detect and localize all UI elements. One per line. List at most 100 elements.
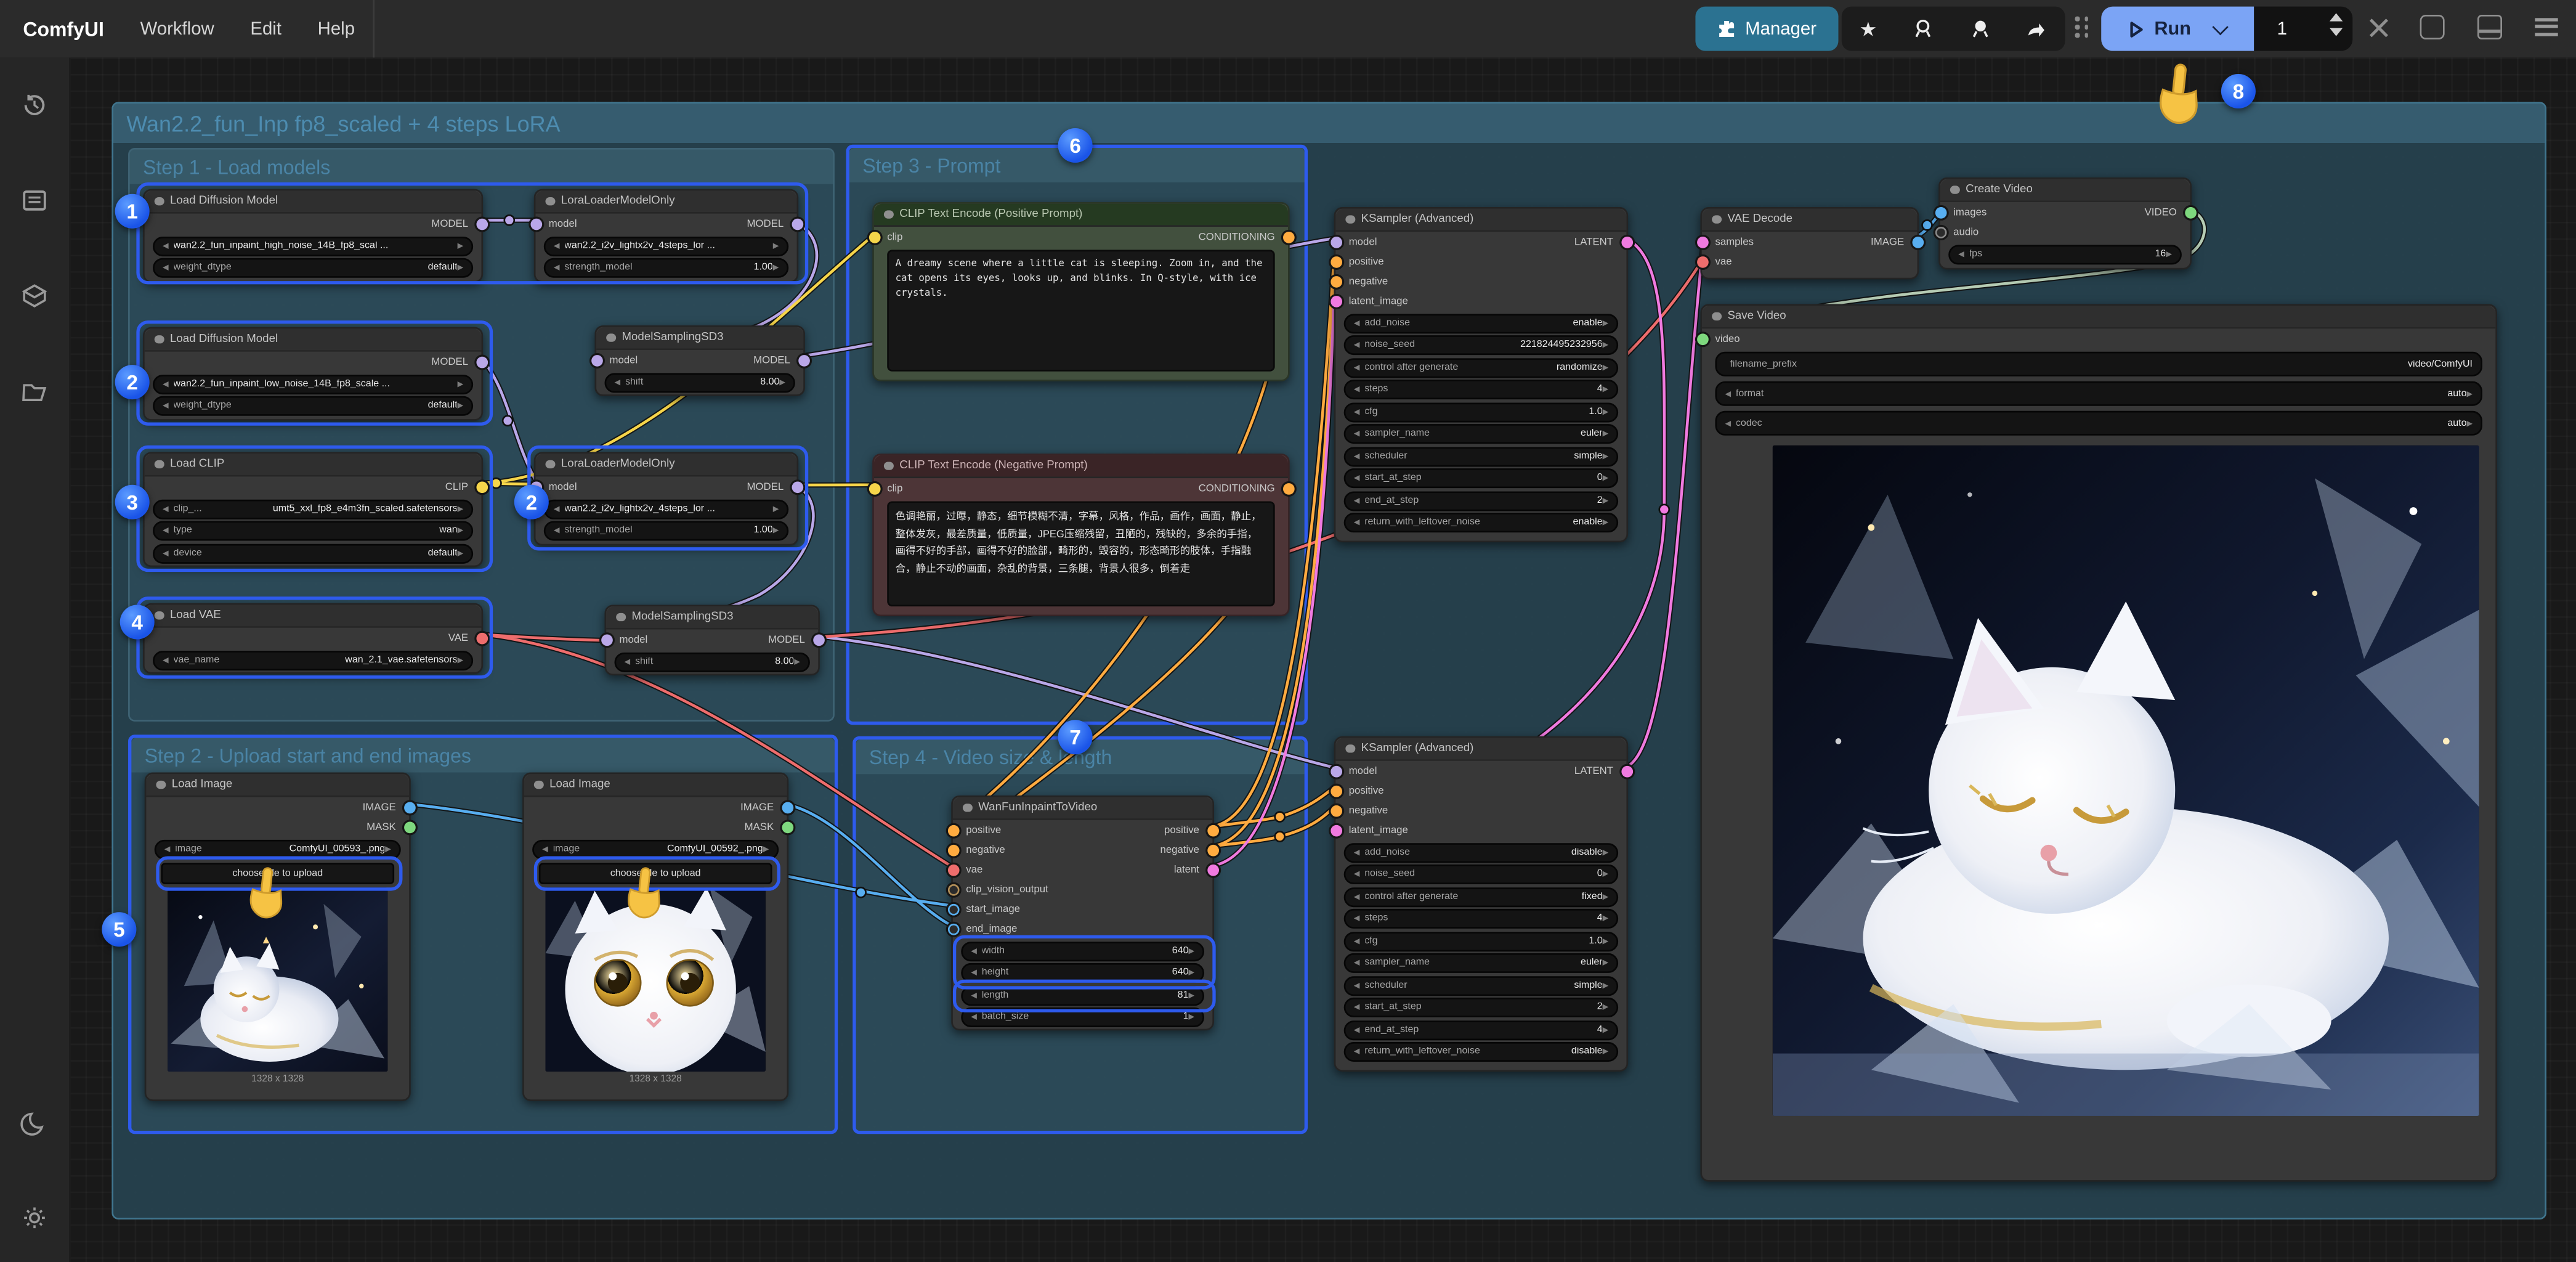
return-leftover-noise-widget[interactable]: ◀return_with_leftover_noiseenable▶ bbox=[1344, 513, 1618, 532]
image-output-port[interactable] bbox=[403, 801, 415, 813]
node-load-image-start[interactable]: Load Image IMAGE MASK ◀ image ComfyUI_00… bbox=[145, 773, 411, 1101]
video-output-port[interactable] bbox=[2184, 206, 2196, 218]
node-create-video[interactable]: Create Video images VIDEO audio ◀ fps 16… bbox=[1938, 177, 2192, 269]
node-vae-decode[interactable]: VAE Decode samples IMAGE vae bbox=[1700, 207, 1919, 279]
canvas-icon[interactable] bbox=[2420, 15, 2445, 39]
clip-name-widget[interactable]: ◀ clip_... umt5_xxl_fp8_e4m3fn_scaled.sa… bbox=[153, 499, 473, 518]
node-model-sampling-sd3-2[interactable]: ModelSamplingSD3 model MODEL ◀ shift 8.0… bbox=[604, 605, 819, 675]
control-after-generate-widget[interactable]: ◀control after generatefixed▶ bbox=[1344, 887, 1618, 906]
height-widget[interactable]: ◀ height 640▶ bbox=[961, 963, 1204, 983]
sampler-name-widget[interactable]: ◀sampler_nameeuler▶ bbox=[1344, 953, 1618, 973]
model-output-port[interactable] bbox=[798, 354, 809, 366]
star-icon[interactable]: ★ bbox=[1860, 17, 1877, 40]
menu-edit[interactable]: Edit bbox=[250, 19, 281, 39]
return-leftover-noise-widget[interactable]: ◀return_with_leftover_noisedisable▶ bbox=[1344, 1042, 1618, 1062]
queue-count-stepper[interactable]: 1 bbox=[2254, 7, 2352, 51]
cfg-widget[interactable]: ◀cfg1.0▶ bbox=[1344, 402, 1618, 421]
app-logo[interactable]: ComfyUI bbox=[23, 17, 104, 40]
node-ksampler-advanced-2[interactable]: KSampler (Advanced) model LATENT positiv… bbox=[1334, 736, 1628, 1072]
vae-name-widget[interactable]: ◀ vae_name wan_2.1_vae.safetensors▶ bbox=[153, 650, 473, 670]
drag-handle-icon[interactable] bbox=[2075, 17, 2089, 37]
node-clip-text-encode-positive[interactable]: CLIP Text Encode (Positive Prompt) clip … bbox=[872, 202, 1289, 381]
start-at-step-widget[interactable]: ◀start_at_step0▶ bbox=[1344, 468, 1618, 488]
model-output-port[interactable] bbox=[476, 356, 487, 367]
negative-prompt-textarea[interactable]: 色调艳丽，过曝，静态，细节模糊不清，字幕，风格，作品，画作，画面，静止，整体发灰… bbox=[887, 501, 1274, 606]
video-preview[interactable] bbox=[1773, 446, 2479, 1116]
noise-seed-widget[interactable]: ◀noise_seed0▶ bbox=[1344, 865, 1618, 884]
manager-button[interactable]: Manager bbox=[1695, 7, 1838, 51]
node-ksampler-advanced-1[interactable]: KSampler (Advanced) model LATENT positiv… bbox=[1334, 207, 1628, 542]
image-output-port[interactable] bbox=[781, 801, 793, 813]
vae-output-port[interactable] bbox=[476, 632, 487, 643]
moon-icon[interactable] bbox=[20, 1109, 49, 1139]
shift-widget[interactable]: ◀ shift 8.00▶ bbox=[604, 372, 795, 392]
shift-widget[interactable]: ◀ shift 8.00▶ bbox=[614, 652, 809, 672]
weight-dtype-widget[interactable]: ◀ weight_dtype default▶ bbox=[153, 258, 473, 278]
run-button[interactable]: Run bbox=[2101, 7, 2254, 51]
node-load-diffusion-model-1[interactable]: Load Diffusion Model MODEL ◀ wan2.2_fun_… bbox=[143, 189, 483, 282]
cleaner-alt-icon[interactable] bbox=[1969, 18, 1991, 39]
node-lora-loader-1[interactable]: LoraLoaderModelOnly model MODEL ◀ wan2.2… bbox=[534, 189, 798, 282]
conditioning-output-port[interactable] bbox=[1282, 231, 1294, 243]
node-load-image-end[interactable]: Load Image IMAGE MASK ◀ image ComfyUI_00… bbox=[522, 773, 788, 1101]
node-load-diffusion-model-2[interactable]: Load Diffusion Model MODEL ◀ wan2.2_fun_… bbox=[143, 327, 483, 420]
lora-name-widget[interactable]: ◀ wan2.2_i2v_lightx2v_4steps_lor ...▶ bbox=[544, 236, 788, 256]
cfg-widget[interactable]: ◀cfg1.0▶ bbox=[1344, 931, 1618, 951]
model-output-port[interactable] bbox=[476, 218, 487, 229]
add-noise-widget[interactable]: ◀add_noiseenable▶ bbox=[1344, 313, 1618, 333]
model-output-port[interactable] bbox=[791, 218, 803, 229]
noise-seed-widget[interactable]: ◀noise_seed221824495232956▶ bbox=[1344, 335, 1618, 355]
lora-name-widget[interactable]: ◀ wan2.2_i2v_lightx2v_4steps_lor ...▶ bbox=[544, 499, 788, 518]
clip-output-port[interactable] bbox=[476, 481, 487, 492]
weight-dtype-widget[interactable]: ◀ weight_dtype default▶ bbox=[153, 396, 473, 416]
mask-output-port[interactable] bbox=[781, 821, 793, 833]
settings-icon[interactable] bbox=[20, 1203, 49, 1232]
node-load-clip[interactable]: Load CLIP CLIP ◀ clip_... umt5_xxl_fp8_e… bbox=[143, 452, 483, 567]
positive-prompt-textarea[interactable]: A dreamy scene where a little cat is sle… bbox=[887, 250, 1274, 371]
image-widget[interactable]: ◀ image ComfyUI_00592_.png▶ bbox=[532, 839, 779, 859]
positive-output-port[interactable] bbox=[1207, 824, 1218, 836]
sampler-name-widget[interactable]: ◀sampler_nameeuler▶ bbox=[1344, 424, 1618, 444]
latent-output-port[interactable] bbox=[1621, 765, 1632, 777]
scheduler-widget[interactable]: ◀schedulersimple▶ bbox=[1344, 975, 1618, 995]
width-widget[interactable]: ◀ width 640▶ bbox=[961, 941, 1204, 961]
stepper-arrows[interactable] bbox=[2330, 13, 2343, 36]
end-at-step-widget[interactable]: ◀end_at_step4▶ bbox=[1344, 1020, 1618, 1040]
menu-workflow[interactable]: Workflow bbox=[140, 19, 214, 39]
folder-icon[interactable] bbox=[20, 377, 49, 406]
node-clip-text-encode-negative[interactable]: CLIP Text Encode (Negative Prompt) clip … bbox=[872, 454, 1289, 616]
start-at-step-widget[interactable]: ◀start_at_step2▶ bbox=[1344, 998, 1618, 1017]
unet-name-widget[interactable]: ◀ wan2.2_fun_inpaint_low_noise_14B_fp8_s… bbox=[153, 374, 473, 394]
log-icon[interactable] bbox=[20, 185, 49, 215]
image-widget[interactable]: ◀ image ComfyUI_00593_.png▶ bbox=[155, 839, 401, 859]
node-model-sampling-sd3-1[interactable]: ModelSamplingSD3 model MODEL ◀ shift 8.0… bbox=[594, 325, 804, 396]
control-after-generate-widget[interactable]: ◀control after generaterandomize▶ bbox=[1344, 357, 1618, 377]
strength-model-widget[interactable]: ◀ strength_model 1.00▶ bbox=[544, 521, 788, 540]
add-noise-widget[interactable]: ◀add_noisedisable▶ bbox=[1344, 842, 1618, 862]
scheduler-widget[interactable]: ◀schedulersimple▶ bbox=[1344, 446, 1618, 466]
models-icon[interactable] bbox=[20, 281, 49, 311]
format-widget[interactable]: ◀ format auto▶ bbox=[1715, 381, 2482, 406]
model-output-port[interactable] bbox=[812, 633, 824, 645]
strength-model-widget[interactable]: ◀ strength_model 1.00▶ bbox=[544, 258, 788, 278]
type-widget[interactable]: ◀ type wan▶ bbox=[153, 521, 473, 540]
image-output-port[interactable] bbox=[1911, 236, 1923, 248]
node-wan-fun-inpaint-to-video[interactable]: WanFunInpaintToVideo positive positive n… bbox=[951, 796, 1214, 1030]
close-icon[interactable] bbox=[2366, 15, 2392, 41]
mask-output-port[interactable] bbox=[403, 821, 415, 833]
filename-prefix-widget[interactable]: filename_prefix video/ComfyUI bbox=[1715, 352, 2482, 377]
fps-widget[interactable]: ◀ fps 16▶ bbox=[1948, 244, 2182, 264]
batch-size-widget[interactable]: ◀ batch_size 1▶ bbox=[961, 1008, 1204, 1027]
panel-icon[interactable] bbox=[2477, 15, 2502, 39]
latent-output-port[interactable] bbox=[1207, 864, 1218, 876]
steps-widget[interactable]: ◀steps4▶ bbox=[1344, 909, 1618, 929]
menu-icon[interactable] bbox=[2535, 18, 2558, 35]
model-output-port[interactable] bbox=[791, 481, 803, 492]
share-icon[interactable] bbox=[2026, 18, 2047, 39]
end-at-step-widget[interactable]: ◀end_at_step2▶ bbox=[1344, 491, 1618, 510]
node-lora-loader-2[interactable]: LoraLoaderModelOnly model MODEL ◀ wan2.2… bbox=[534, 452, 798, 545]
latent-output-port[interactable] bbox=[1621, 236, 1632, 248]
chevron-down-icon[interactable] bbox=[2212, 18, 2228, 34]
node-load-vae[interactable]: Load VAE VAE ◀ vae_name wan_2.1_vae.safe… bbox=[143, 603, 483, 674]
negative-output-port[interactable] bbox=[1207, 844, 1218, 856]
